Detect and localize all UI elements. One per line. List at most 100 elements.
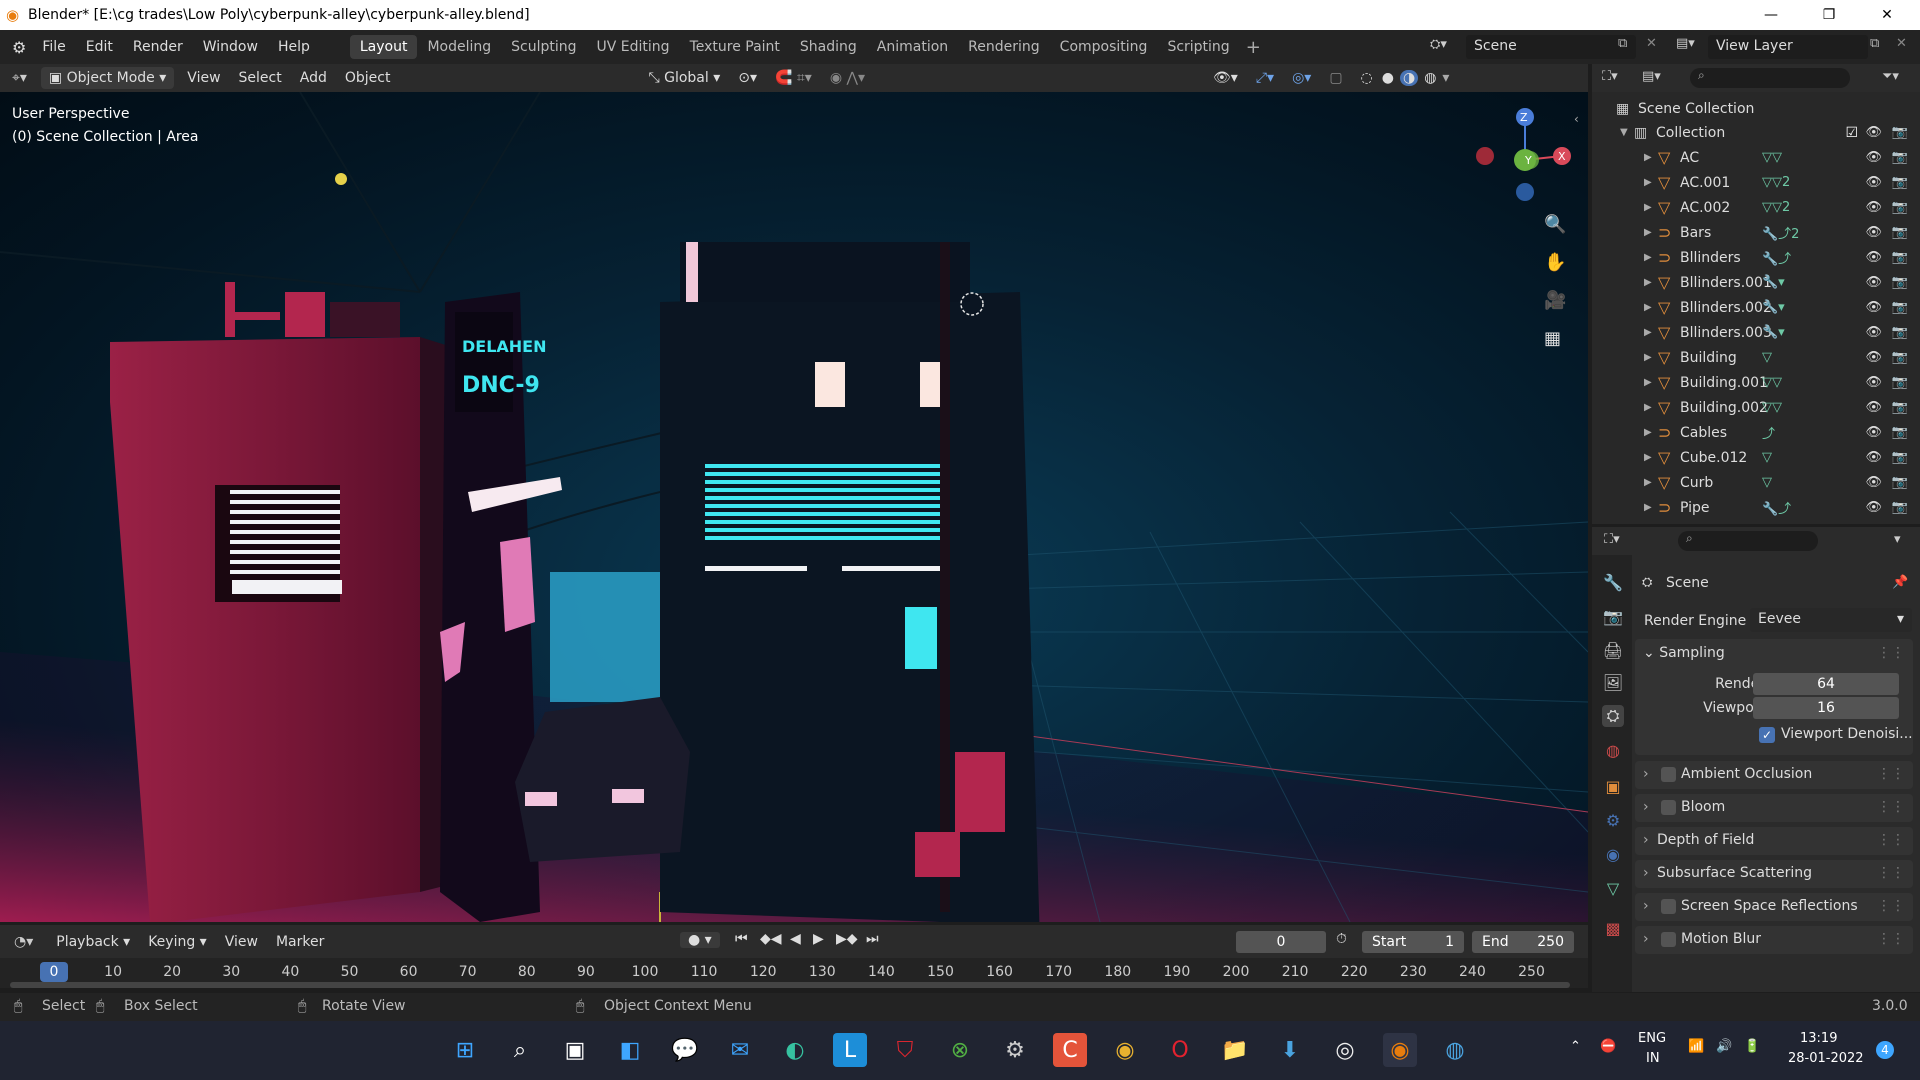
- outliner-row[interactable]: ▶ ⊃ Cables ⤴ 👁 📷: [1592, 420, 1920, 445]
- next-keyframe-icon[interactable]: ▶◆: [836, 931, 858, 947]
- auto-keying-icon[interactable]: ● ▾: [680, 932, 720, 948]
- properties-options-icon[interactable]: ▾: [1894, 532, 1901, 547]
- shading-wire-icon[interactable]: ◌: [1352, 70, 1382, 86]
- expand-arrow-icon[interactable]: ▶: [1644, 502, 1658, 513]
- settings-icon[interactable]: ⚙: [998, 1033, 1032, 1067]
- 3d-viewport[interactable]: DELAHEN DNC-9 User Perspective (0) Scene…: [0, 92, 1588, 922]
- tool-tab-icon[interactable]: 🔧: [1602, 571, 1624, 593]
- physics-tab-icon[interactable]: ◉: [1602, 843, 1624, 865]
- collection-checkbox[interactable]: ☑: [1845, 125, 1858, 141]
- scene-field[interactable]: Scene: [1466, 35, 1636, 59]
- eye-icon[interactable]: 👁: [1865, 125, 1882, 140]
- tray-network-off-icon[interactable]: ⛔: [1600, 1039, 1616, 1054]
- drag-handle-icon[interactable]: ⋮⋮: [1877, 645, 1905, 661]
- expand-arrow-icon[interactable]: ▶: [1644, 152, 1658, 163]
- properties-subpanel[interactable]: › Depth of Field ⋮⋮: [1635, 827, 1913, 855]
- viewport-menu-select[interactable]: Select: [230, 70, 291, 86]
- expand-collection-icon[interactable]: ▼: [1620, 127, 1634, 138]
- camera-icon[interactable]: 📷: [1892, 500, 1908, 515]
- timeline-menu-marker[interactable]: Marker: [267, 934, 333, 950]
- eye-icon[interactable]: 👁: [1865, 225, 1882, 240]
- media-app-icon[interactable]: ◎: [1328, 1033, 1362, 1067]
- drag-handle-icon[interactable]: ⋮⋮: [1877, 799, 1905, 815]
- camera-icon[interactable]: 📷: [1892, 275, 1908, 290]
- view-layer-icon[interactable]: ▤▾: [1676, 36, 1695, 51]
- menu-help[interactable]: Help: [268, 39, 320, 55]
- viewport-samples-field[interactable]: 16: [1753, 697, 1899, 719]
- expand-arrow-icon[interactable]: ▶: [1644, 377, 1658, 388]
- viewport-menu-view[interactable]: View: [178, 70, 229, 86]
- modifier-tab-icon[interactable]: ⚙: [1602, 809, 1624, 831]
- outliner-row[interactable]: ▶ ▽ Building.001 ▽▽ 👁 📷: [1592, 370, 1920, 395]
- tab-sculpting[interactable]: Sculpting: [501, 35, 586, 59]
- region-label[interactable]: IN: [1646, 1051, 1660, 1066]
- filter-icon[interactable]: ⏷▾: [1882, 69, 1899, 84]
- outliner-row[interactable]: ▶ ▽ AC.001 ▽▽2 👁 📷: [1592, 170, 1920, 195]
- transform-orientation-dropdown[interactable]: ⤡ Global ▾: [639, 70, 729, 86]
- camera-icon[interactable]: 📷: [1892, 300, 1908, 315]
- expand-arrow-icon[interactable]: ▶: [1644, 477, 1658, 488]
- blender-menu-icon[interactable]: ⚙: [12, 38, 26, 57]
- sampling-panel-header[interactable]: ⌄ Sampling: [1643, 645, 1725, 661]
- collapse-sidebar-icon[interactable]: ‹: [1574, 112, 1579, 126]
- properties-subpanel[interactable]: › Bloom ⋮⋮: [1635, 794, 1913, 822]
- expand-arrow-icon[interactable]: ▶: [1644, 327, 1658, 338]
- camera-icon[interactable]: 📷: [1892, 125, 1908, 140]
- play-icon[interactable]: ▶: [813, 931, 824, 947]
- outliner-row[interactable]: ▶ ▽ Bllinders.003 🔧▾ 👁 📷: [1592, 320, 1920, 345]
- expand-arrow-icon[interactable]: ▶: [1644, 427, 1658, 438]
- drag-handle-icon[interactable]: ⋮⋮: [1877, 931, 1905, 947]
- minimize-button[interactable]: —: [1742, 0, 1800, 30]
- gizmo-icon[interactable]: ⤢▾: [1247, 70, 1283, 86]
- tab-modeling[interactable]: Modeling: [417, 35, 501, 59]
- timeline-menu-keying[interactable]: Keying ▾: [139, 934, 216, 950]
- view-layer-field[interactable]: View Layer: [1708, 35, 1868, 59]
- eye-icon[interactable]: 👁: [1865, 475, 1882, 490]
- file-explorer-icon[interactable]: 📁: [1218, 1033, 1252, 1067]
- panel-checkbox[interactable]: [1661, 767, 1676, 782]
- display-mode-icon[interactable]: ▤▾: [1642, 69, 1661, 84]
- downloader-icon[interactable]: ⬇: [1273, 1033, 1307, 1067]
- camera-icon[interactable]: 📷: [1892, 325, 1908, 340]
- timeline-ruler[interactable]: 0 10 20 30 40 50 60 70 80 90 100 110 120 130 140 150 16…: [0, 958, 1588, 988]
- outliner-row[interactable]: ▶ ▽ Cube.012 ▽ 👁 📷: [1592, 445, 1920, 470]
- eye-icon[interactable]: 👁: [1865, 500, 1882, 515]
- properties-subpanel[interactable]: › Ambient Occlusion ⋮⋮: [1635, 761, 1913, 789]
- expand-arrow-icon[interactable]: ▶: [1644, 452, 1658, 463]
- delete-scene-icon[interactable]: ✕: [1646, 36, 1657, 51]
- render-tab-icon[interactable]: 📷: [1602, 605, 1624, 627]
- drag-handle-icon[interactable]: ⋮⋮: [1877, 832, 1905, 848]
- outliner-row[interactable]: ▶ ▽ AC ▽▽ 👁 📷: [1592, 145, 1920, 170]
- blender-taskbar-icon[interactable]: ◉: [1383, 1033, 1417, 1067]
- eye-icon[interactable]: 👁: [1865, 375, 1882, 390]
- properties-subpanel[interactable]: › Motion Blur ⋮⋮: [1635, 926, 1913, 954]
- tab-rendering[interactable]: Rendering: [958, 35, 1050, 59]
- drag-handle-icon[interactable]: ⋮⋮: [1877, 766, 1905, 782]
- wifi-icon[interactable]: 📶: [1688, 1039, 1704, 1054]
- end-frame-field[interactable]: End 250: [1472, 931, 1574, 953]
- camera-icon[interactable]: 📷: [1892, 175, 1908, 190]
- properties-search-input[interactable]: ⌕: [1678, 531, 1818, 551]
- pink-building[interactable]: [110, 337, 420, 922]
- jump-start-icon[interactable]: ⏮: [735, 931, 748, 947]
- tab-layout[interactable]: Layout: [349, 35, 418, 59]
- overlay-icon[interactable]: ◎▾: [1283, 70, 1320, 86]
- xbox-icon[interactable]: ⊗: [943, 1033, 977, 1067]
- eye-icon[interactable]: 👁: [1865, 275, 1882, 290]
- edge-icon[interactable]: ◐: [778, 1033, 812, 1067]
- properties-editor-icon[interactable]: ⛶▾: [1604, 532, 1620, 547]
- lang-label[interactable]: ENG: [1638, 1031, 1666, 1046]
- drag-handle-icon[interactable]: ⋮⋮: [1877, 898, 1905, 914]
- add-workspace-icon[interactable]: +: [1246, 37, 1261, 58]
- current-frame-field[interactable]: 0: [1236, 931, 1326, 953]
- properties-subpanel[interactable]: › Screen Space Reflections ⋮⋮: [1635, 893, 1913, 921]
- camera-icon[interactable]: 📷: [1892, 350, 1908, 365]
- jump-end-icon[interactable]: ⏭: [866, 931, 879, 947]
- close-button[interactable]: ✕: [1858, 0, 1916, 30]
- zoom-icon[interactable]: 🔍: [1544, 214, 1566, 235]
- outliner-row[interactable]: ▶ ▽ Building ▽ 👁 📷: [1592, 345, 1920, 370]
- expand-arrow-icon[interactable]: ▶: [1644, 302, 1658, 313]
- menu-render[interactable]: Render: [123, 39, 193, 55]
- world-tab-icon[interactable]: ◍: [1602, 739, 1624, 761]
- eye-icon[interactable]: 👁: [1865, 425, 1882, 440]
